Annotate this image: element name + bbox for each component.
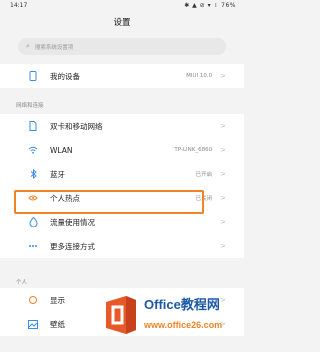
bluetooth-value: 已开启 — [195, 172, 213, 178]
more-connections-icon — [28, 241, 38, 251]
chevron-right-icon: > — [220, 242, 226, 250]
more-connections-item[interactable]: 更多连接方式 > — [0, 234, 244, 258]
data-usage-icon — [28, 217, 38, 227]
page-title: 设置 — [113, 18, 131, 28]
status-bar: 14:17 ✱ ▲ ⊘ ▾ ⏽ 76% — [0, 0, 244, 13]
status-icons: ✱ ▲ ⊘ ▾ ⏽ 76% — [184, 2, 236, 9]
search-icon: ⌕ — [26, 42, 30, 50]
section-personal-header: 个人 — [16, 280, 28, 286]
chevron-right-icon: > — [220, 194, 226, 202]
bluetooth-label: 蓝牙 — [50, 169, 65, 179]
chevron-right-icon: > — [220, 170, 226, 178]
chevron-right-icon: > — [220, 72, 226, 80]
office-logo-icon — [106, 296, 136, 334]
search-input[interactable]: ⌕ 搜索系统设置项 — [18, 38, 226, 55]
my-device-item[interactable]: 我的设备 MIUI 10.0 > — [0, 64, 244, 88]
status-time: 14:17 — [10, 2, 28, 9]
chevron-right-icon: > — [220, 218, 226, 226]
wifi-icon — [28, 145, 38, 155]
display-icon — [28, 295, 38, 305]
my-device-value: MIUI 10.0 — [186, 73, 213, 79]
device-group: 我的设备 MIUI 10.0 > — [0, 64, 244, 88]
network-group: 双卡和移动网络 > WLAN TP-LINK_6860 > 蓝牙 已开启 > 个… — [0, 114, 244, 258]
chevron-right-icon: > — [220, 122, 226, 130]
bluetooth-icon — [28, 169, 38, 179]
data-usage-label: 流量使用情况 — [50, 217, 95, 227]
phone-icon — [28, 71, 38, 81]
more-connections-label: 更多连接方式 — [50, 241, 95, 251]
sim-card-icon — [28, 121, 38, 131]
watermark: Office教程网 www.office26.com — [98, 288, 244, 352]
watermark-title: Office教程网 — [144, 297, 220, 312]
chevron-right-icon: > — [220, 146, 226, 154]
section-network-header: 网络和连接 — [16, 103, 44, 109]
dual-sim-item[interactable]: 双卡和移动网络 > — [0, 114, 244, 138]
wallpaper-icon — [28, 319, 38, 329]
bluetooth-item[interactable]: 蓝牙 已开启 > — [0, 162, 244, 186]
dual-sim-label: 双卡和移动网络 — [50, 121, 103, 131]
watermark-url: www.office26.com — [144, 320, 223, 330]
wlan-item[interactable]: WLAN TP-LINK_6860 > — [0, 138, 244, 162]
search-placeholder: 搜索系统设置项 — [34, 44, 74, 51]
my-device-label: 我的设备 — [50, 71, 80, 81]
wlan-value: TP-LINK_6860 — [174, 147, 213, 153]
hotspot-highlight-box — [14, 190, 204, 214]
wlan-label: WLAN — [50, 145, 73, 155]
